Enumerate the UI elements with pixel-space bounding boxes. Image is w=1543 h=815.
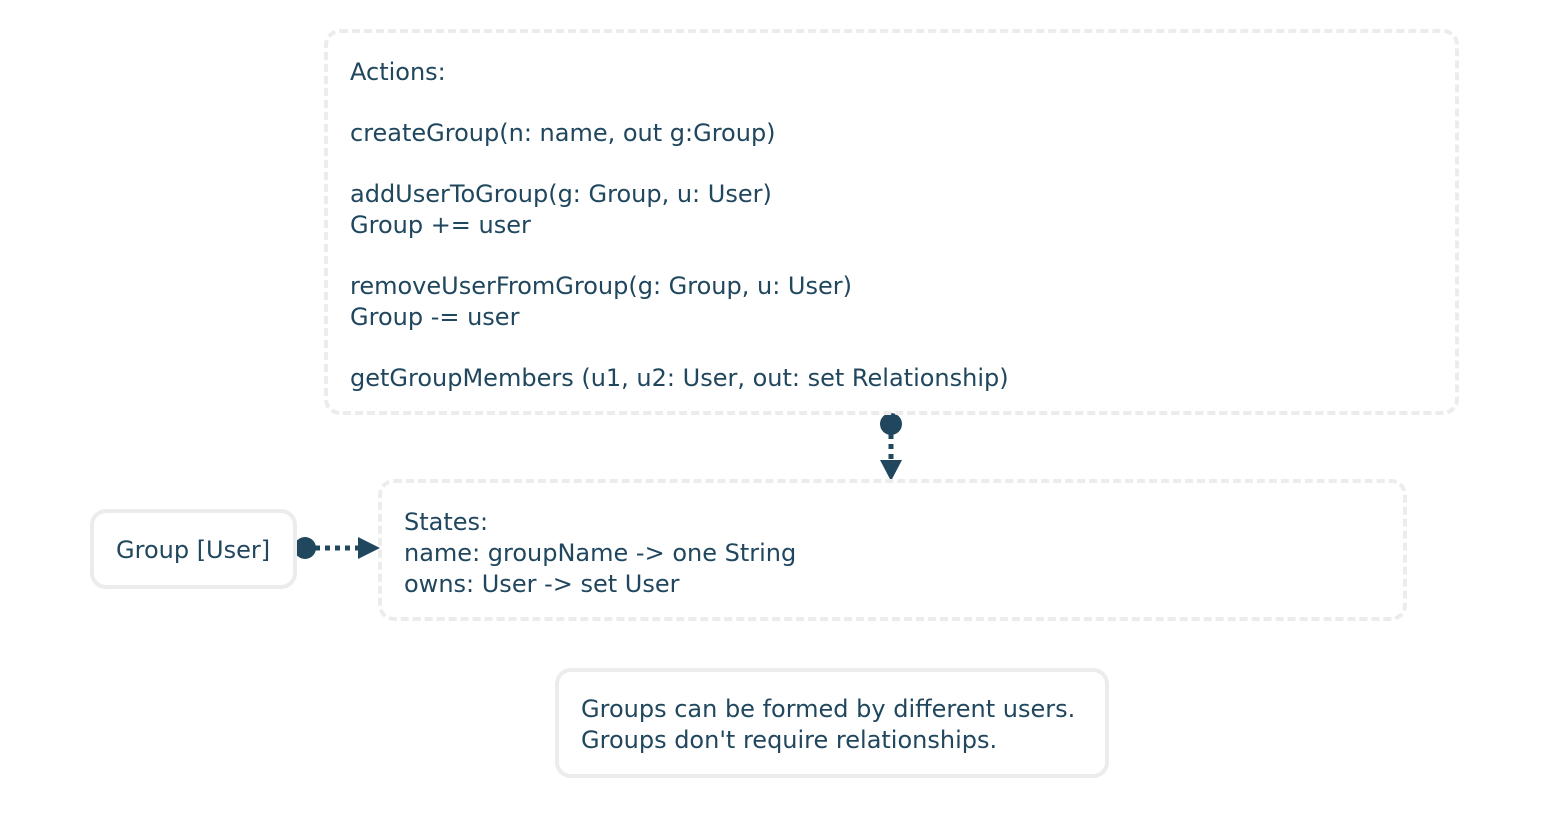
action-add-user-to-group: addUserToGroup(g: Group, u: User) bbox=[350, 180, 772, 208]
connector-start-dot bbox=[880, 413, 902, 435]
note-box: Groups can be formed by different users.… bbox=[555, 668, 1109, 778]
note-line-2: Groups don't require relationships. bbox=[581, 726, 998, 754]
action-remove-user-effect: Group -= user bbox=[350, 303, 520, 331]
action-get-group-members: getGroupMembers (u1, u2: User, out: set … bbox=[350, 364, 1009, 392]
states-title: States: bbox=[404, 508, 489, 536]
state-name: name: groupName -> one String bbox=[404, 539, 797, 567]
note-line-1: Groups can be formed by different users. bbox=[581, 695, 1076, 723]
group-to-states-connector bbox=[294, 537, 380, 559]
action-create-group: createGroup(n: name, out g:Group) bbox=[350, 119, 776, 147]
group-label: Group [User] bbox=[116, 536, 271, 564]
action-add-user-effect: Group += user bbox=[350, 211, 531, 239]
group-box: Group [User] bbox=[90, 509, 297, 589]
actions-spacer bbox=[350, 149, 1455, 179]
connector-arrowhead bbox=[358, 537, 380, 559]
action-remove-user-from-group: removeUserFromGroup(g: Group, u: User) bbox=[350, 272, 852, 300]
actions-spacer bbox=[350, 88, 1455, 118]
state-owns: owns: User -> set User bbox=[404, 570, 680, 598]
actions-spacer bbox=[350, 333, 1455, 363]
actions-title: Actions: bbox=[350, 58, 446, 86]
states-box: States: name: groupName -> one String ow… bbox=[378, 479, 1407, 621]
connector-arrowhead bbox=[880, 460, 902, 481]
actions-to-states-connector bbox=[880, 413, 902, 481]
actions-box: Actions: createGroup(n: name, out g:Grou… bbox=[324, 29, 1459, 415]
actions-spacer bbox=[350, 241, 1455, 271]
connector-start-dot bbox=[294, 537, 316, 559]
